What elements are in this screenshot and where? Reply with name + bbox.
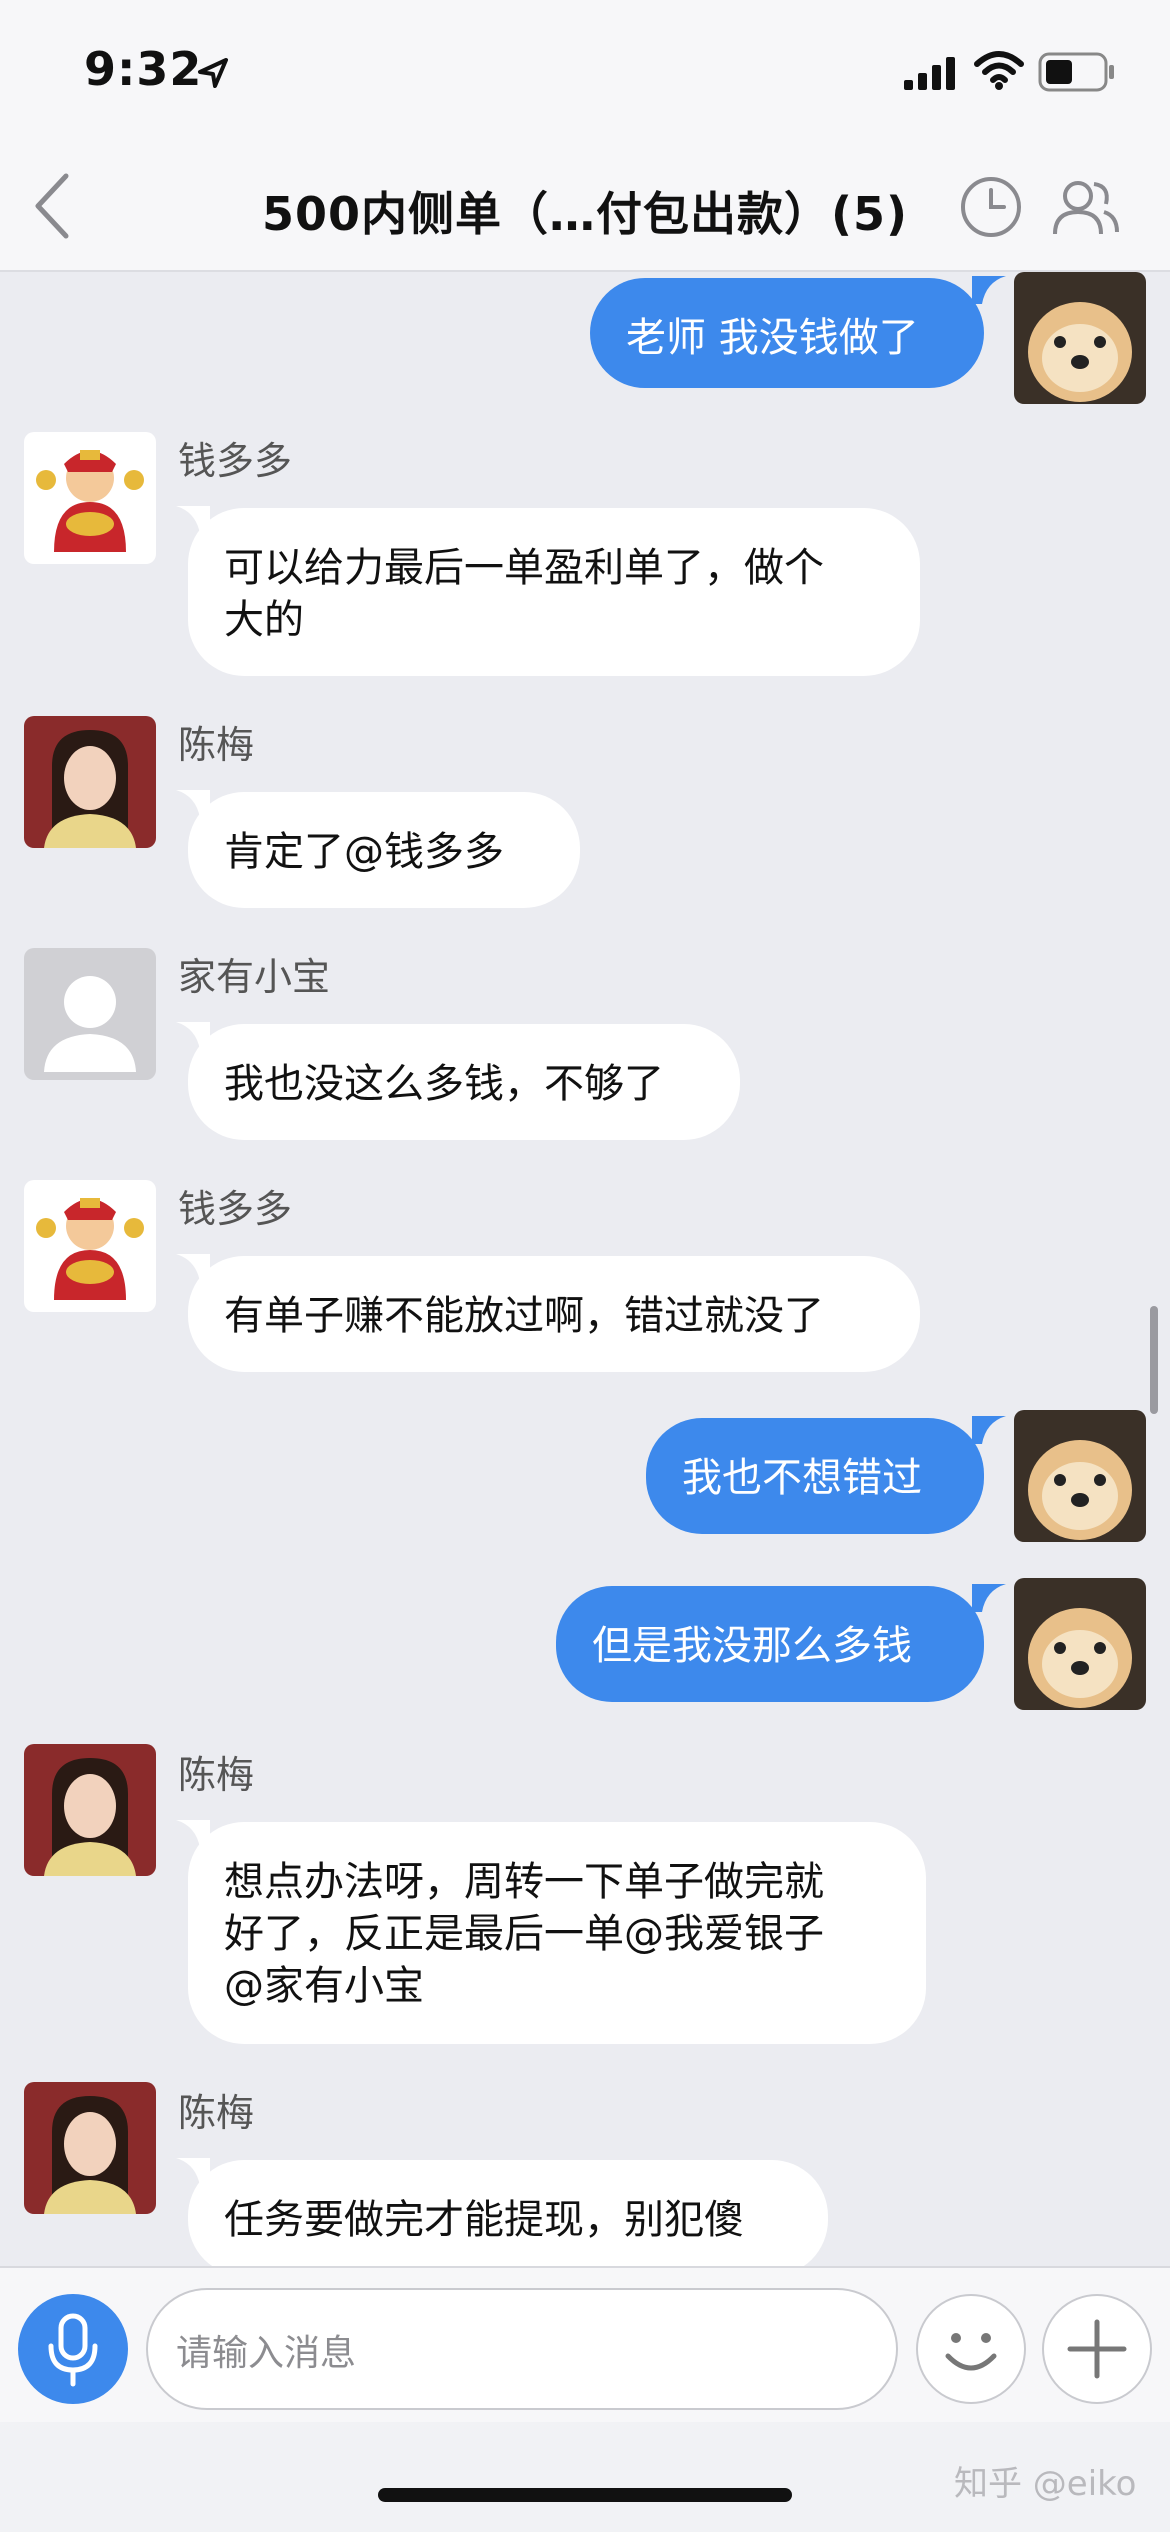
battery-icon: [1038, 52, 1114, 92]
message-text: @家有小宝: [224, 1963, 424, 2009]
clock-icon[interactable]: [960, 176, 1022, 238]
avatar-self[interactable]: [1014, 1578, 1146, 1710]
avatar-chenmei[interactable]: [24, 1744, 156, 1876]
message-input-placeholder: 请输入消息: [176, 2333, 357, 2374]
wifi-icon: [974, 51, 1024, 90]
status-time: 9:32: [84, 42, 203, 96]
sender-name: 钱多多: [178, 439, 293, 483]
emoji-button[interactable]: [916, 2294, 1026, 2404]
sender-name: 钱多多: [178, 1187, 293, 1231]
message-bubble[interactable]: 任务要做完才能提现，别犯傻: [188, 2160, 828, 2276]
message-bubble[interactable]: 可以给力最后一单盈利单了，做个 大的: [188, 508, 920, 676]
scrollbar[interactable]: [1150, 1306, 1158, 1414]
sender-name: 陈梅: [178, 2091, 255, 2135]
plus-icon: [1067, 2319, 1127, 2379]
input-bar: 请输入消息: [0, 2266, 1170, 2422]
top-bar: 9:32 500内侧单（…付包出款）(5): [0, 0, 1170, 272]
bubble-tail: [972, 1584, 1006, 1612]
message-text: 我也没这么多钱，不够了: [224, 1061, 664, 1107]
avatar-self[interactable]: [1014, 1410, 1146, 1542]
smiley-icon: [945, 2333, 997, 2371]
home-indicator[interactable]: [378, 2488, 792, 2502]
bubble-tail: [972, 1416, 1006, 1444]
message-bubble[interactable]: 有单子赚不能放过啊，错过就没了: [188, 1256, 920, 1372]
avatar-qianduoduo[interactable]: [24, 1180, 156, 1312]
avatar-self[interactable]: [1014, 272, 1146, 404]
message-text: 老师 我没钱做了: [626, 315, 919, 361]
message-text: 有单子赚不能放过啊，错过就没了: [224, 1293, 824, 1339]
message-text: 但是我没那么多钱: [592, 1623, 912, 1669]
message-text: 我也不想错过: [682, 1455, 922, 1501]
message-bubble[interactable]: 想点办法呀，周转一下单子做完就 好了，反正是最后一单@我爱银子 @家有小宝: [188, 1822, 926, 2044]
message-bubble[interactable]: 我也没这么多钱，不够了: [188, 1024, 740, 1140]
microphone-icon: [48, 2313, 98, 2387]
message-bubble[interactable]: 我也不想错过: [646, 1418, 984, 1534]
avatar-qianduoduo[interactable]: [24, 432, 156, 564]
message-text: 肯定了@钱多多: [224, 829, 504, 875]
message-text: 好了，反正是最后一单@我爱银子: [224, 1911, 824, 1957]
sender-name: 陈梅: [178, 723, 255, 767]
group-members-icon[interactable]: [1052, 178, 1120, 236]
avatar-chenmei[interactable]: [24, 2082, 156, 2214]
bubble-tail: [972, 276, 1006, 304]
location-arrow-icon: [198, 58, 228, 88]
message-bubble[interactable]: 但是我没那么多钱: [556, 1586, 984, 1702]
message-text: 可以给力最后一单盈利单了，做个: [224, 545, 824, 591]
signal-icon: [904, 57, 955, 90]
message-text: 任务要做完才能提现，别犯傻: [224, 2197, 744, 2243]
message-bubble[interactable]: 老师 我没钱做了: [590, 278, 984, 388]
more-button[interactable]: [1042, 2294, 1152, 2404]
sender-name: 陈梅: [178, 1753, 255, 1797]
voice-button[interactable]: [18, 2294, 128, 2404]
sender-name: 家有小宝: [178, 955, 331, 999]
message-text: 大的: [224, 597, 304, 643]
message-text: 想点办法呀，周转一下单子做完就: [224, 1859, 824, 1905]
message-input[interactable]: 请输入消息: [146, 2288, 898, 2410]
message-bubble[interactable]: 肯定了@钱多多: [188, 792, 580, 908]
watermark: 知乎 @eiko: [954, 2464, 1137, 2504]
avatar-jiayouxiaobao[interactable]: [24, 948, 156, 1080]
avatar-chenmei[interactable]: [24, 716, 156, 848]
